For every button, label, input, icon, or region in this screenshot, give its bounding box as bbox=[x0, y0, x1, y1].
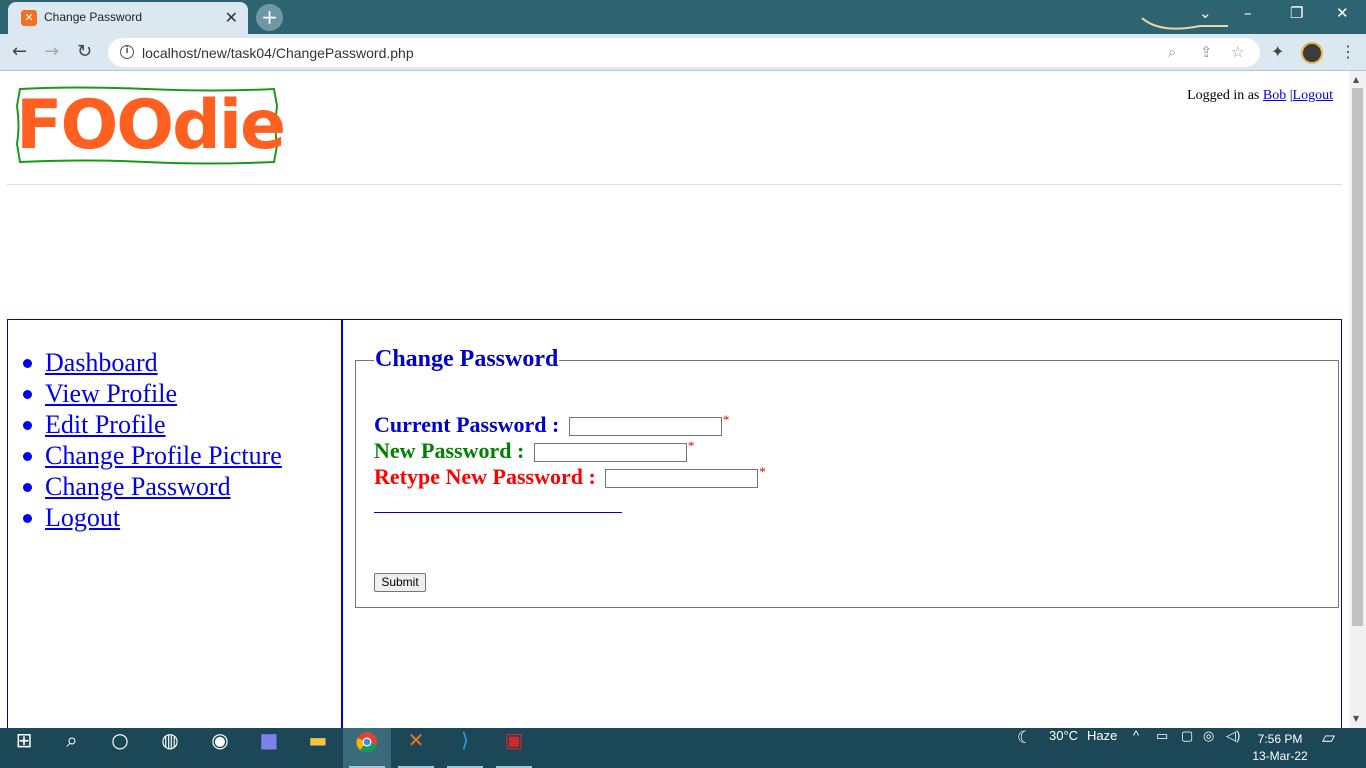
chrome-logo-icon bbox=[356, 731, 377, 753]
taskbar-clock[interactable]: 7:56 PM 13-Mar-22 bbox=[1252, 731, 1308, 765]
form-divider bbox=[374, 512, 622, 513]
foodie-logo: FOOdie bbox=[16, 86, 286, 165]
edit-profile-link[interactable]: Edit Profile bbox=[45, 410, 166, 439]
clock-date: 13-Mar-22 bbox=[1252, 749, 1308, 763]
share-icon[interactable]: ⇪ bbox=[1200, 43, 1213, 61]
site-info-icon[interactable]: i bbox=[120, 45, 134, 59]
logo-text: FOOdie bbox=[16, 86, 286, 165]
obs-icon[interactable]: ◉ bbox=[196, 728, 244, 768]
change-password-fieldset: Change Password Current Password : * New… bbox=[355, 346, 1339, 608]
acrobat-icon[interactable]: ▣ bbox=[490, 728, 538, 768]
sidebar-menu: Dashboard View Profile Edit Profile Chan… bbox=[20, 347, 282, 533]
notifications-icon[interactable]: ▱ bbox=[1322, 728, 1335, 768]
new-password-label: New Password : bbox=[374, 438, 525, 463]
tray-chevron-icon[interactable]: ^ bbox=[1133, 728, 1139, 768]
task-view-icon[interactable]: ○ bbox=[96, 728, 144, 768]
weather-temp[interactable]: 30°C bbox=[1049, 728, 1078, 768]
forward-arrow-icon[interactable]: → bbox=[44, 41, 59, 62]
back-arrow-icon[interactable]: ← bbox=[12, 41, 27, 62]
header-divider bbox=[7, 184, 1342, 185]
browser-titlebar: ✕ Change Password ✕ + ⌄ – ❐ ✕ bbox=[0, 0, 1366, 34]
weather-moon-icon[interactable]: ☾ bbox=[1017, 728, 1032, 768]
current-password-input[interactable] bbox=[568, 417, 722, 437]
scroll-down-icon[interactable]: ▼ bbox=[1353, 714, 1359, 723]
reload-icon[interactable]: ↻ bbox=[77, 41, 92, 62]
vscode-icon[interactable]: ⟩ bbox=[441, 728, 489, 768]
sphere-app-icon[interactable]: ◍ bbox=[146, 728, 194, 768]
clock-time: 7:56 PM bbox=[1257, 732, 1303, 746]
close-window-button[interactable]: ✕ bbox=[1336, 4, 1349, 22]
current-password-row: Current Password : * bbox=[374, 412, 729, 438]
retype-password-input[interactable] bbox=[605, 469, 759, 489]
teams-icon[interactable]: ■ bbox=[245, 728, 293, 768]
bookmark-star-icon[interactable]: ☆ bbox=[1231, 43, 1244, 61]
new-password-input[interactable] bbox=[533, 443, 687, 463]
change-profile-picture-link[interactable]: Change Profile Picture bbox=[45, 441, 282, 470]
dashboard-link[interactable]: Dashboard bbox=[45, 348, 158, 377]
address-bar[interactable]: i localhost/new/task04/ChangePassword.ph… bbox=[108, 38, 1260, 67]
minimize-button[interactable]: – bbox=[1244, 4, 1252, 22]
windows-taskbar: ⊞ ⌕ ○ ◍ ◉ ■ ▬ ✕ ⟩ ▣ ☾ 30°C Haze ^ ▭ ▢ ◎ … bbox=[0, 728, 1366, 768]
start-windows-icon[interactable]: ⊞ bbox=[0, 728, 48, 768]
sidebar: Dashboard View Profile Edit Profile Chan… bbox=[7, 319, 343, 728]
change-password-link[interactable]: Change Password bbox=[45, 472, 231, 501]
submit-button[interactable]: Submit bbox=[374, 573, 426, 592]
scroll-thumb[interactable] bbox=[1352, 88, 1363, 626]
xampp-icon[interactable]: ✕ bbox=[392, 728, 440, 768]
login-status: Logged in as Bob |Logout bbox=[1187, 88, 1333, 104]
retype-password-row: Retype New Password : * bbox=[374, 464, 766, 490]
extensions-puzzle-icon[interactable]: ✦ bbox=[1271, 42, 1284, 61]
chrome-icon[interactable] bbox=[343, 728, 391, 768]
menu-kebab-icon[interactable]: ⋮ bbox=[1340, 42, 1356, 61]
page-viewport: FOOdie Logged in as Bob |Logout Dashboar… bbox=[0, 71, 1349, 728]
view-profile-link[interactable]: View Profile bbox=[45, 379, 177, 408]
url-text[interactable]: localhost/new/task04/ChangePassword.php bbox=[142, 45, 414, 61]
browser-toolbar: ← → ↻ i localhost/new/task04/ChangePassw… bbox=[0, 34, 1366, 71]
sidebar-logout-link[interactable]: Logout bbox=[45, 503, 120, 532]
sidebar-item-dashboard: Dashboard bbox=[20, 347, 282, 378]
file-explorer-icon[interactable]: ▬ bbox=[294, 728, 342, 768]
meet-now-icon[interactable]: ▢ bbox=[1181, 728, 1193, 768]
logged-in-label: Logged in as bbox=[1187, 88, 1260, 103]
sidebar-item-logout: Logout bbox=[20, 502, 282, 533]
required-marker: * bbox=[759, 464, 766, 479]
new-password-row: New Password : * bbox=[374, 438, 694, 464]
search-icon[interactable]: ⌕ bbox=[48, 728, 96, 768]
xampp-favicon-icon: ✕ bbox=[21, 10, 37, 26]
form-legend: Change Password bbox=[374, 346, 560, 373]
weather-desc[interactable]: Haze bbox=[1087, 728, 1117, 768]
page-scrollbar[interactable]: ▲ ▼ bbox=[1349, 71, 1366, 728]
sidebar-item-change-profile-picture: Change Profile Picture bbox=[20, 440, 282, 471]
header-logout-link[interactable]: Logout bbox=[1293, 88, 1333, 103]
restore-button[interactable]: ❐ bbox=[1290, 4, 1303, 22]
new-tab-button[interactable]: + bbox=[256, 4, 283, 31]
retype-password-label: Retype New Password : bbox=[374, 464, 596, 489]
network-globe-icon[interactable]: ◎ bbox=[1203, 728, 1214, 768]
tab-close-icon[interactable]: ✕ bbox=[225, 8, 238, 27]
battery-icon[interactable]: ▭ bbox=[1156, 728, 1168, 768]
profile-avatar[interactable] bbox=[1301, 42, 1323, 64]
browser-tab[interactable]: ✕ Change Password ✕ bbox=[8, 2, 248, 34]
theme-decoration-icon bbox=[1141, 17, 1228, 30]
volume-icon[interactable]: ◁) bbox=[1226, 728, 1240, 768]
tab-title: Change Password bbox=[44, 10, 143, 24]
username-link[interactable]: Bob bbox=[1263, 88, 1286, 103]
sidebar-item-edit-profile: Edit Profile bbox=[20, 409, 282, 440]
required-marker: * bbox=[722, 412, 730, 427]
current-password-label: Current Password : bbox=[374, 412, 560, 437]
tab-search-icon[interactable]: ⌄ bbox=[1199, 4, 1212, 22]
main-content: Change Password Current Password : * New… bbox=[343, 319, 1342, 728]
sidebar-item-change-password: Change Password bbox=[20, 471, 282, 502]
scroll-up-icon[interactable]: ▲ bbox=[1353, 75, 1359, 84]
sidebar-item-view-profile: View Profile bbox=[20, 378, 282, 409]
zoom-icon[interactable]: ⌕ bbox=[1168, 43, 1176, 61]
required-marker: * bbox=[687, 438, 695, 453]
